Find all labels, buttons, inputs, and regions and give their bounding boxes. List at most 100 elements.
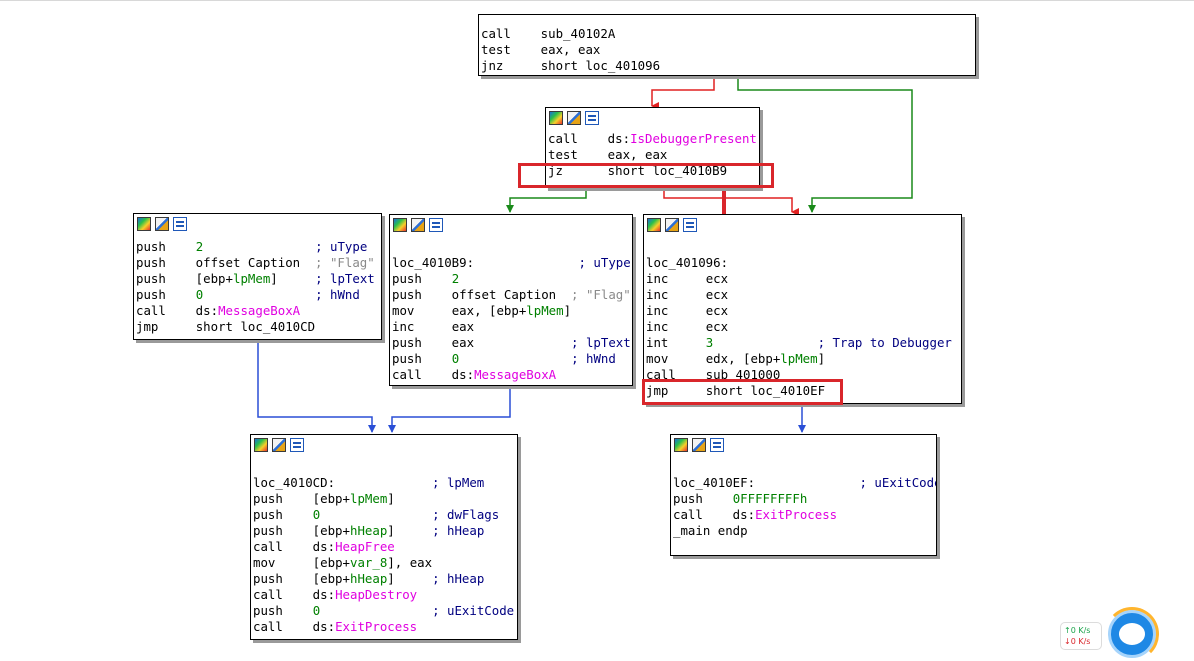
asm-line[interactable]: mov edx, [ebp+lpMem] bbox=[646, 351, 961, 367]
block-loc-401096-lines: loc_401096: inc ecx inc ecx inc ecx inc ecx i… bbox=[644, 239, 961, 399]
asm-line[interactable]: inc ecx bbox=[646, 287, 961, 303]
asm-token: jmp bbox=[136, 319, 159, 334]
graph-icon[interactable] bbox=[549, 111, 563, 125]
asm-line[interactable]: call ds:HeapFree bbox=[253, 539, 517, 555]
edge-jnz-true bbox=[737, 75, 913, 213]
asm-line[interactable]: loc_4010CD: ; lpMem bbox=[253, 475, 517, 491]
asm-line[interactable]: call sub_40102A bbox=[481, 26, 975, 42]
asm-line[interactable]: push [ebp+lpMem] bbox=[253, 491, 517, 507]
text-view-icon[interactable] bbox=[710, 438, 724, 452]
edit-color-icon[interactable] bbox=[567, 111, 581, 125]
asm-token: lpMem bbox=[349, 491, 388, 506]
asm-token: inc bbox=[646, 287, 669, 302]
asm-token: loc_4010B9: bbox=[392, 255, 475, 270]
asm-line[interactable]: push offset Caption ; "Flag" bbox=[392, 287, 632, 303]
asm-line[interactable]: push offset Caption ; "Flag" bbox=[136, 255, 381, 271]
asm-line[interactable] bbox=[253, 459, 517, 475]
text-view-icon[interactable] bbox=[585, 111, 599, 125]
asm-line[interactable]: push 0 ; hWnd bbox=[136, 287, 381, 303]
block-loc-4010b9[interactable]: loc_4010B9: ; uType push 2 push offset Cap… bbox=[389, 214, 633, 386]
graph-icon[interactable] bbox=[647, 218, 661, 232]
text-view-icon[interactable] bbox=[429, 218, 443, 232]
asm-token: lpMem bbox=[780, 351, 818, 366]
asm-token: IsDebuggerPresent bbox=[630, 131, 757, 146]
graph-icon[interactable] bbox=[254, 438, 268, 452]
asm-line[interactable] bbox=[673, 459, 936, 475]
asm-line[interactable]: loc_4010B9: ; uType bbox=[392, 255, 632, 271]
asm-line[interactable]: push [ebp+hHeap] ; hHeap bbox=[253, 571, 517, 587]
asm-line[interactable]: push 2 ; uType bbox=[136, 239, 381, 255]
asm-line[interactable]: test eax, eax bbox=[481, 42, 975, 58]
asm-line[interactable]: mov eax, [ebp+lpMem] bbox=[392, 303, 632, 319]
block-loc-4010cd[interactable]: loc_4010CD: ; lpMem push [ebp+lpMem] push … bbox=[250, 434, 518, 640]
ida-graph-view[interactable]: call sub_40102A test eax, eax jnz short lo… bbox=[0, 0, 1194, 661]
graph-icon[interactable] bbox=[674, 438, 688, 452]
asm-line[interactable]: int 3 ; Trap to Debugger bbox=[646, 335, 961, 351]
asm-token bbox=[283, 507, 313, 522]
asm-line[interactable]: push eax ; lpText bbox=[392, 335, 632, 351]
asm-line[interactable]: push 0 ; uExitCode bbox=[253, 603, 517, 619]
asm-line[interactable]: push [ebp+hHeap] ; hHeap bbox=[253, 523, 517, 539]
asm-token: inc bbox=[646, 271, 669, 286]
edit-color-icon[interactable] bbox=[155, 217, 169, 231]
asm-token: [ebp+ bbox=[165, 271, 233, 286]
asm-line[interactable]: call ds:MessageBoxA bbox=[136, 303, 381, 319]
asm-line[interactable]: inc eax bbox=[392, 319, 632, 335]
asm-token: ] bbox=[817, 351, 826, 366]
asm-token: HeapDestroy bbox=[335, 587, 418, 602]
block-messagebox-left[interactable]: push 2 ; uType push offset Caption ; "Fla… bbox=[133, 213, 382, 340]
edit-color-icon[interactable] bbox=[272, 438, 286, 452]
asm-token: HeapFree bbox=[335, 539, 395, 554]
highlight-jz-box bbox=[518, 163, 774, 188]
asm-token: [ebp+ bbox=[275, 555, 350, 570]
asm-token: mov bbox=[646, 351, 669, 366]
asm-line[interactable]: inc ecx bbox=[646, 271, 961, 287]
asm-line[interactable]: loc_4010EF: ; uExitCode bbox=[673, 475, 936, 491]
asm-token: test bbox=[548, 147, 578, 162]
asm-line[interactable]: push 0 ; dwFlags bbox=[253, 507, 517, 523]
asm-line[interactable]: push 0FFFFFFFFh bbox=[673, 491, 936, 507]
text-view-icon[interactable] bbox=[683, 218, 697, 232]
asm-token bbox=[755, 475, 859, 490]
asm-line[interactable]: inc ecx bbox=[646, 319, 961, 335]
asm-token: ; lpText bbox=[571, 335, 631, 350]
asm-line[interactable]: _main endp bbox=[673, 523, 936, 539]
asm-token: eax, [ebp+ bbox=[414, 303, 527, 318]
graph-icon[interactable] bbox=[137, 217, 151, 231]
network-speed-widget[interactable]: ↑0 K/s ↓0 K/s bbox=[1060, 622, 1102, 650]
asm-line[interactable]: call ds:IsDebuggerPresent bbox=[548, 131, 759, 147]
asm-line[interactable]: jnz short loc_401096 bbox=[481, 58, 975, 74]
edit-color-icon[interactable] bbox=[692, 438, 706, 452]
asm-line[interactable]: push 0 ; hWnd bbox=[392, 351, 632, 367]
graph-icon[interactable] bbox=[393, 218, 407, 232]
edit-color-icon[interactable] bbox=[665, 218, 679, 232]
asm-token: inc bbox=[646, 319, 669, 334]
block-header bbox=[644, 215, 961, 235]
asm-line[interactable]: loc_401096: bbox=[646, 255, 961, 271]
asm-line[interactable]: call ds:ExitProcess bbox=[253, 619, 517, 635]
asm-line[interactable]: test eax, eax bbox=[548, 147, 759, 163]
assistant-bubble-icon[interactable] bbox=[1105, 607, 1159, 661]
asm-line[interactable]: call ds:ExitProcess bbox=[673, 507, 936, 523]
asm-line[interactable]: jmp short loc_4010CD bbox=[136, 319, 381, 335]
asm-line[interactable]: push 2 bbox=[392, 271, 632, 287]
text-view-icon[interactable] bbox=[173, 217, 187, 231]
block-top-lines: call sub_40102A test eax, eax jnz short lo… bbox=[479, 26, 975, 74]
asm-line[interactable]: call ds:MessageBoxA bbox=[392, 367, 632, 383]
asm-token: ] bbox=[387, 523, 433, 538]
text-view-icon[interactable] bbox=[290, 438, 304, 452]
asm-token: ; "Flag" bbox=[571, 287, 631, 302]
block-top[interactable]: call sub_40102A test eax, eax jnz short lo… bbox=[478, 14, 976, 76]
asm-line[interactable]: call ds:HeapDestroy bbox=[253, 587, 517, 603]
asm-line[interactable]: push [ebp+lpMem] ; lpText bbox=[136, 271, 381, 287]
asm-line[interactable]: mov [ebp+var_8], eax bbox=[253, 555, 517, 571]
asm-line[interactable]: inc ecx bbox=[646, 303, 961, 319]
asm-line[interactable] bbox=[392, 239, 632, 255]
asm-token bbox=[203, 239, 315, 254]
edit-color-icon[interactable] bbox=[411, 218, 425, 232]
asm-token: push bbox=[253, 491, 283, 506]
block-loc-4010ef[interactable]: loc_4010EF: ; uExitCode push 0FFFFFFFFh ca… bbox=[670, 434, 937, 556]
asm-line[interactable] bbox=[646, 239, 961, 255]
block-loc-401096[interactable]: loc_401096: inc ecx inc ecx inc ecx inc ecx i… bbox=[643, 214, 962, 404]
asm-token: var_8 bbox=[350, 555, 388, 570]
